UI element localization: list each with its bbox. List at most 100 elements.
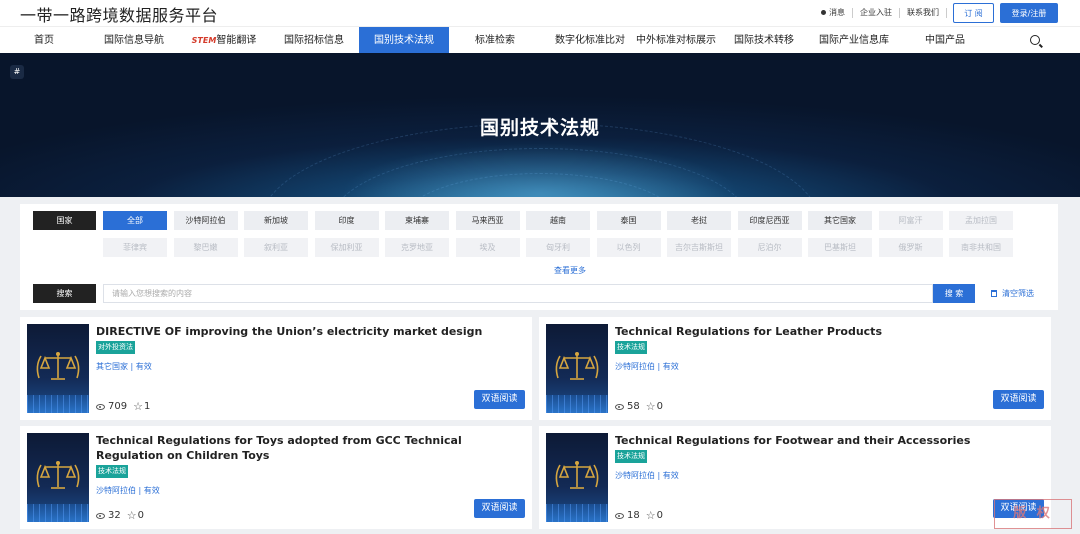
card-title[interactable]: Technical Regulations for Footwear and t… <box>615 433 1041 448</box>
menu-badge-icon[interactable]: # <box>10 65 24 79</box>
country-chip[interactable]: 阿富汗 <box>878 211 943 230</box>
category-tag: 对外投资法 <box>96 341 135 354</box>
country-chip[interactable]: 南非共和国 <box>949 238 1013 257</box>
country-status: 沙特阿拉伯 | 有效 <box>96 486 160 495</box>
star-icon[interactable]: ☆ <box>127 509 137 522</box>
regulation-card[interactable]: Technical Regulations for Leather Produc… <box>539 317 1051 420</box>
nav-industry-db[interactable]: 国际产业信息库 <box>810 27 898 54</box>
clear-filter-label: 清空筛选 <box>1002 289 1034 298</box>
country-chip[interactable]: 匈牙利 <box>526 238 590 257</box>
regulation-card[interactable]: Technical Regulations for Footwear and t… <box>539 426 1051 529</box>
watermark-stamp: 版 权 <box>994 499 1072 529</box>
justice-scale-icon <box>36 352 80 380</box>
view-count: 32 <box>108 510 121 521</box>
nav-home[interactable]: 首页 <box>20 27 68 54</box>
bilingual-read-button[interactable]: 双语阅读 <box>474 499 525 518</box>
nav-translate[interactable]: STEM智能翻译 <box>182 27 266 54</box>
eye-icon <box>96 512 105 519</box>
show-more-link[interactable]: 查看更多 <box>554 265 586 276</box>
card-stats: 32 ☆ 0 <box>96 509 144 522</box>
star-icon[interactable]: ☆ <box>646 509 656 522</box>
hero-banner: # 国别技术法规 <box>0 53 1080 197</box>
eye-icon <box>615 512 624 519</box>
country-chip[interactable]: 柬埔寨 <box>385 211 449 230</box>
country-chip[interactable]: 尼泊尔 <box>737 238 802 257</box>
view-count: 18 <box>627 510 640 521</box>
star-icon[interactable]: ☆ <box>646 400 656 413</box>
country-chip[interactable]: 吉尔吉斯斯坦 <box>667 238 731 257</box>
eye-icon <box>615 403 624 410</box>
category-tag: 技术法规 <box>96 465 128 478</box>
country-chip[interactable]: 沙特阿拉伯 <box>173 211 238 230</box>
country-status: 沙特阿拉伯 | 有效 <box>615 471 679 480</box>
card-thumbnail[interactable] <box>27 433 89 522</box>
country-chip[interactable]: 新加坡 <box>244 211 308 230</box>
card-stats: 709 ☆ 1 <box>96 400 150 413</box>
top-right-links: 消息 企业入驻 联系我们 订 阅 登录/注册 <box>814 3 1058 23</box>
card-thumbnail[interactable] <box>27 324 89 413</box>
country-chip[interactable]: 克罗地亚 <box>385 238 449 257</box>
site-title[interactable]: 一带一路跨境数据服务平台 <box>20 2 218 26</box>
country-chip[interactable]: 埃及 <box>455 238 520 257</box>
view-count: 58 <box>627 401 640 412</box>
nav-digital-compare[interactable]: 数字化标准比对 <box>544 27 636 54</box>
banner-title: 国别技术法规 <box>479 117 600 139</box>
search-icon[interactable] <box>1030 35 1040 45</box>
star-icon[interactable]: ☆ <box>133 400 143 413</box>
country-chip[interactable]: 老挝 <box>667 211 731 230</box>
login-button[interactable]: 登录/注册 <box>1000 3 1058 23</box>
search-input[interactable]: 请输入您想搜索的内容 <box>103 284 933 303</box>
card-title[interactable]: DIRECTIVE OF improving the Union’s elect… <box>96 324 522 339</box>
country-chip[interactable]: 巴基斯坦 <box>808 238 872 257</box>
country-chip[interactable]: 越南 <box>526 211 590 230</box>
country-chip[interactable]: 俄罗斯 <box>878 238 943 257</box>
nav-tech-transfer[interactable]: 国际技术转移 <box>726 27 802 54</box>
category-tag: 技术法规 <box>615 341 647 354</box>
card-stats: 18 ☆ 0 <box>615 509 663 522</box>
view-count: 709 <box>108 401 128 412</box>
eye-icon <box>96 403 105 410</box>
nav-benchmark[interactable]: 中外标准对标展示 <box>630 27 722 54</box>
country-chip[interactable]: 叙利亚 <box>244 238 308 257</box>
country-chip[interactable]: 全部 <box>103 211 167 230</box>
search-button[interactable]: 搜 索 <box>933 284 975 303</box>
regulation-card[interactable]: Technical Regulations for Toys adopted f… <box>20 426 532 529</box>
nav-china-products[interactable]: 中国产品 <box>914 27 976 54</box>
star-count: 0 <box>137 510 144 521</box>
trash-icon <box>991 290 997 297</box>
regulation-card[interactable]: DIRECTIVE OF improving the Union’s elect… <box>20 317 532 420</box>
nav-tender[interactable]: 国际招标信息 <box>272 27 356 54</box>
messages-link[interactable]: 消息 <box>814 8 853 18</box>
country-chip[interactable]: 菲律宾 <box>103 238 167 257</box>
country-chip[interactable]: 以色列 <box>596 238 661 257</box>
country-chip[interactable]: 泰国 <box>596 211 661 230</box>
country-chip[interactable]: 孟加拉国 <box>949 211 1013 230</box>
country-chip[interactable]: 保加利亚 <box>314 238 379 257</box>
country-chip[interactable]: 其它国家 <box>808 211 872 230</box>
card-thumbnail[interactable] <box>546 433 608 522</box>
card-thumbnail[interactable] <box>546 324 608 413</box>
nav-intl-info[interactable]: 国际信息导航 <box>92 27 176 54</box>
filter-panel: 国家 全部 沙特阿拉伯 新加坡 印度 柬埔寨 马来西亚 越南 泰国 老挝 印度尼西亚 其它国家 阿富汗… <box>20 204 1058 310</box>
card-title[interactable]: Technical Regulations for Toys adopted f… <box>96 433 522 463</box>
country-chip[interactable]: 黎巴嫩 <box>173 238 238 257</box>
country-chip[interactable]: 印度 <box>314 211 379 230</box>
country-chip[interactable]: 马来西亚 <box>455 211 520 230</box>
country-chip[interactable]: 印度尼西亚 <box>737 211 802 230</box>
nav-standard-search[interactable]: 标准检索 <box>460 27 530 54</box>
category-tag: 技术法规 <box>615 450 647 463</box>
bilingual-read-button[interactable]: 双语阅读 <box>474 390 525 409</box>
subscribe-button[interactable]: 订 阅 <box>953 3 994 23</box>
nav-regulations[interactable]: 国别技术法规 <box>359 27 449 54</box>
bell-icon <box>821 10 826 15</box>
enterprise-link[interactable]: 企业入驻 <box>853 8 900 18</box>
bilingual-read-button[interactable]: 双语阅读 <box>993 390 1044 409</box>
card-stats: 58 ☆ 0 <box>615 400 663 413</box>
justice-scale-icon <box>555 352 599 380</box>
clear-filter-button[interactable]: 清空筛选 <box>991 288 1034 299</box>
nav-translate-label: 智能翻译 <box>216 35 257 46</box>
thumb-floor <box>27 504 89 522</box>
card-title[interactable]: Technical Regulations for Leather Produc… <box>615 324 1041 339</box>
star-count: 0 <box>656 401 663 412</box>
contact-link[interactable]: 联系我们 <box>900 8 947 18</box>
